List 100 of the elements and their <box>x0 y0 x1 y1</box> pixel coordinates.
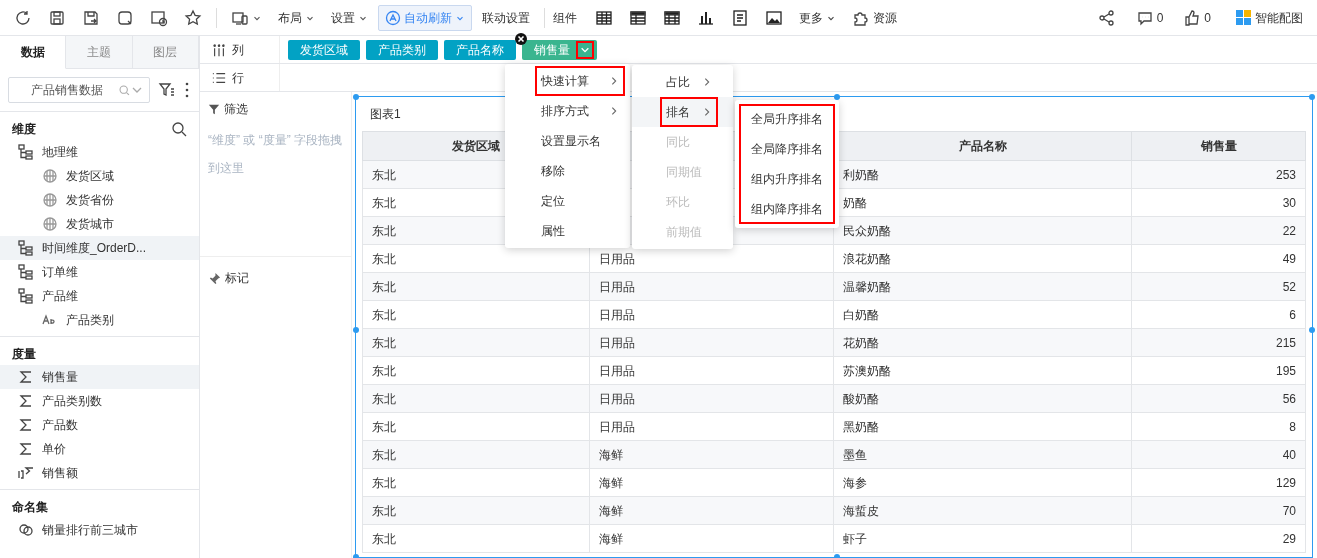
rows-icon <box>212 70 226 85</box>
table-cell: 30 <box>1131 188 1306 217</box>
drop-hint: “维度” 或 “度量” 字段拖拽到这里 <box>208 132 343 177</box>
table-cell: 8 <box>1131 412 1306 441</box>
table-cell: 日用品 <box>589 300 834 329</box>
tree-item[interactable]: 销售额 <box>0 461 199 485</box>
table-cell: 215 <box>1131 328 1306 357</box>
menu-item[interactable]: 占比 <box>632 67 733 97</box>
table-cell: 253 <box>1131 160 1306 189</box>
star-icon <box>184 8 202 27</box>
columns-icon <box>212 42 226 57</box>
resize-handle[interactable] <box>1309 327 1315 333</box>
toolbar-button[interactable]: 联动设置 <box>476 7 536 28</box>
more-icon[interactable] <box>184 81 190 99</box>
like-button[interactable]: 0 <box>1177 4 1217 31</box>
close-icon[interactable] <box>515 32 527 45</box>
menu-item[interactable]: 定位 <box>505 186 630 216</box>
table-cell: 东北 <box>362 328 590 357</box>
menu-item[interactable]: 组内升序排名 <box>735 164 839 194</box>
search-icon[interactable] <box>171 121 187 137</box>
tiles-icon <box>1235 9 1252 26</box>
menu-item[interactable]: 全局升序排名 <box>735 104 839 134</box>
menu-item[interactable]: 组内降序排名 <box>735 194 839 224</box>
resize-handle[interactable] <box>353 327 359 333</box>
table-cell: 东北 <box>362 412 590 441</box>
resize-handle[interactable] <box>834 94 840 100</box>
tree-item[interactable]: 时间维度_OrderD... <box>0 236 199 260</box>
menu-item[interactable]: 移除 <box>505 156 630 186</box>
hierarchy-icon <box>18 144 34 160</box>
tree-item[interactable]: 发货区域 <box>0 164 199 188</box>
menu-item[interactable]: 全局降序排名 <box>735 134 839 164</box>
table-cell: 49 <box>1131 244 1306 273</box>
tree-item[interactable]: 订单维 <box>0 260 199 284</box>
tree-item[interactable]: 产品类别数 <box>0 389 199 413</box>
table-cell: 东北 <box>362 272 590 301</box>
sigma-icon <box>18 393 34 409</box>
menu-item[interactable]: 排序方式 <box>505 96 630 126</box>
section-title: 度量 <box>12 346 36 363</box>
marks-label: 标记 <box>225 270 249 287</box>
table-icon <box>595 8 613 27</box>
calculated-field-icon <box>18 465 34 481</box>
resize-handle[interactable] <box>1309 94 1315 100</box>
image-icon <box>765 8 783 27</box>
tree-item[interactable]: 产品维 <box>0 284 199 308</box>
table-cell: 东北 <box>362 356 590 385</box>
sigma-icon <box>18 369 34 385</box>
section-title: 维度 <box>12 121 36 138</box>
hierarchy-icon <box>18 264 34 280</box>
resources-button[interactable]: 资源 <box>846 4 903 31</box>
tree-item[interactable]: 地理维 <box>0 140 199 164</box>
table-cell: 民众奶酪 <box>833 216 1132 245</box>
table-cell: 酸奶酪 <box>833 384 1132 413</box>
toolbar-button[interactable]: 布局 <box>272 7 321 28</box>
table-cell: 海鲜 <box>589 468 834 497</box>
tree-item[interactable]: 产品类别 <box>0 308 199 332</box>
table-cell: 白奶酪 <box>833 300 1132 329</box>
menu-item[interactable]: 排名 <box>632 97 733 127</box>
chevron-right-icon <box>702 107 712 117</box>
table-icon <box>663 8 681 27</box>
more-button[interactable]: 更多 <box>793 7 842 28</box>
table-cell: 日用品 <box>589 328 834 357</box>
section-title: 命名集 <box>12 499 48 516</box>
smart-chart-button[interactable]: 智能配图 <box>1229 5 1309 30</box>
table-cell: 22 <box>1131 216 1306 245</box>
table-icon <box>629 8 647 27</box>
tree-item[interactable]: 发货城市 <box>0 212 199 236</box>
dataset-select[interactable]: 产品销售数据 <box>8 77 150 103</box>
calendar-clock-icon <box>150 8 168 27</box>
toolbar-label: 组件 <box>553 9 577 27</box>
toolbar-button[interactable]: 设置 <box>325 7 374 28</box>
panel-tab[interactable]: 主题 <box>66 36 133 69</box>
linked-circles-icon <box>18 522 34 538</box>
table-cell: 40 <box>1131 440 1306 469</box>
table-cell: 52 <box>1131 272 1306 301</box>
tree-item[interactable]: 产品数 <box>0 413 199 437</box>
funnel-icon <box>208 103 220 115</box>
save-as-icon <box>82 8 100 27</box>
table-cell: 129 <box>1131 468 1306 497</box>
globe-icon <box>42 216 58 232</box>
menu-item[interactable]: 属性 <box>505 216 630 246</box>
table-cell: 29 <box>1131 524 1306 553</box>
menu-item[interactable]: 设置显示名 <box>505 126 630 156</box>
panel-tab[interactable]: 图层 <box>132 36 199 69</box>
resize-handle[interactable] <box>353 94 359 100</box>
menu-item[interactable]: 快速计算 <box>505 66 630 96</box>
tree-item[interactable]: 销售量 <box>0 365 199 389</box>
tree-item[interactable]: 销量排行前三城市 <box>0 518 199 542</box>
dropdown-toggle[interactable] <box>576 40 594 59</box>
table-cell: 东北 <box>362 300 590 329</box>
comment-button[interactable]: 0 <box>1129 4 1170 31</box>
thumbs-up-icon <box>1183 8 1202 27</box>
table-cell: 温馨奶酪 <box>833 272 1132 301</box>
filter-icon[interactable] <box>158 81 176 99</box>
table-cell: 日用品 <box>589 356 834 385</box>
document-icon <box>731 8 749 27</box>
table-cell: 6 <box>1131 300 1306 329</box>
hierarchy-icon <box>18 288 34 304</box>
tree-item[interactable]: 单价 <box>0 437 199 461</box>
tree-item[interactable]: 发货省份 <box>0 188 199 212</box>
table-cell: 海鲜 <box>589 440 834 469</box>
